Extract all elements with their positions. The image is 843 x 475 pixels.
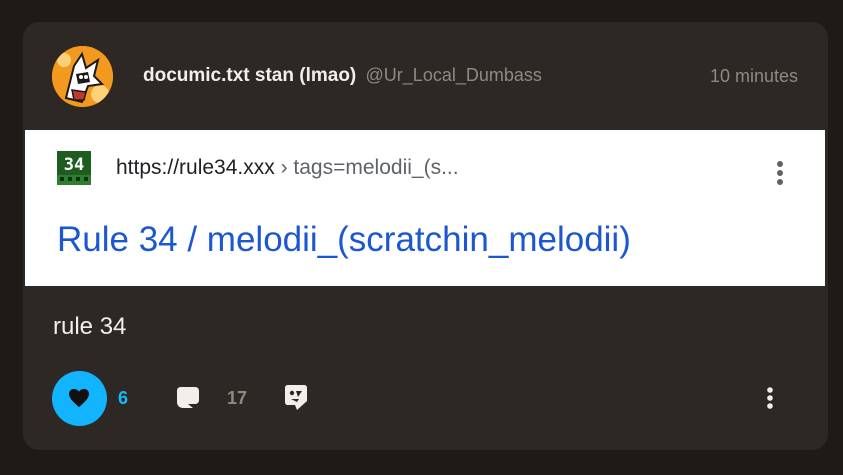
comment-count: 17 [227,388,248,408]
embed-url[interactable]: https://rule34.xxx › tags=melodii_(s... [116,156,459,180]
post-actions-bar: 6 17 [23,370,828,426]
more-vertical-icon[interactable] [760,384,780,412]
embed-title-link[interactable]: Rule 34 / melodii_(scratchin_melodii) [57,220,631,260]
post-header: documic.txt stan (lmao) @Ur_Local_Dumbas… [23,22,828,130]
favicon-text: 34 [64,155,84,175]
author-display-name[interactable]: documic.txt stan (lmao) [143,65,356,86]
embed-url-host: https://rule34.xxx [116,156,275,179]
share-icon[interactable] [283,383,309,411]
embed-url-path: › tags=melodii_(s... [274,156,459,179]
more-vertical-icon[interactable] [770,158,790,188]
post-card: documic.txt stan (lmao) @Ur_Local_Dumbas… [23,22,828,450]
comment-bubble-icon[interactable] [175,384,201,410]
author-line: documic.txt stan (lmao) @Ur_Local_Dumbas… [143,65,542,87]
author-handle[interactable]: @Ur_Local_Dumbass [366,65,542,85]
heart-icon [69,388,89,408]
like-button[interactable] [52,371,107,426]
like-count: 6 [118,388,129,408]
post-body-text: rule 34 [53,313,127,340]
site-favicon-icon: 34 [57,151,91,185]
hedgehog-avatar-icon[interactable] [52,46,113,107]
link-preview-embed[interactable]: 34 https://rule34.xxx › tags=melodii_(s.… [25,130,825,286]
post-timestamp: 10 minutes [709,66,798,86]
